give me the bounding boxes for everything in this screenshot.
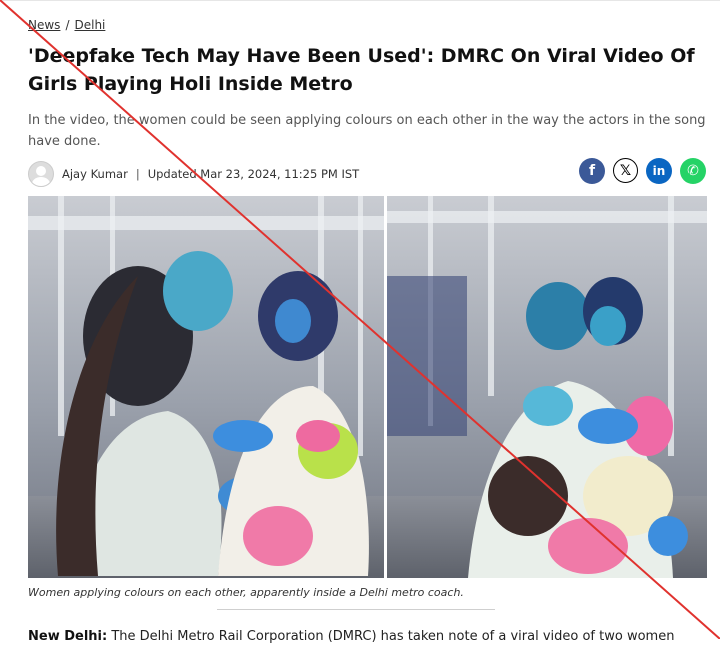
byline-divider: | bbox=[135, 167, 140, 181]
x-icon[interactable]: 𝕏 bbox=[613, 158, 638, 183]
caption-divider bbox=[217, 609, 495, 610]
article-body-first-line: New Delhi: The Delhi Metro Rail Corporat… bbox=[28, 627, 708, 647]
author-name[interactable]: Ajay Kumar bbox=[62, 167, 128, 181]
article-page: News / Delhi 'Deepfake Tech May Have Been … bbox=[0, 0, 720, 644]
article-photo bbox=[28, 196, 707, 578]
share-bar: f 𝕏 in ✆ bbox=[579, 158, 706, 184]
body-text: The Delhi Metro Rail Corporation (DMRC) … bbox=[107, 629, 675, 644]
breadcrumb-delhi[interactable]: Delhi bbox=[74, 18, 105, 32]
updated-timestamp: Updated Mar 23, 2024, 11:25 PM IST bbox=[147, 167, 360, 181]
whatsapp-icon[interactable]: ✆ bbox=[680, 158, 706, 184]
linkedin-icon[interactable]: in bbox=[646, 158, 672, 184]
breadcrumb-separator: / bbox=[65, 18, 70, 32]
dateline: New Delhi: bbox=[28, 629, 108, 644]
top-border bbox=[0, 0, 720, 5]
photo-caption: Women applying colours on each other, ap… bbox=[28, 586, 464, 599]
article-title: 'Deepfake Tech May Have Been Used': DMRC… bbox=[28, 45, 695, 95]
breadcrumb-news[interactable]: News bbox=[28, 18, 60, 32]
facebook-icon[interactable]: f bbox=[579, 158, 605, 184]
article-subtitle: In the video, the women could be seen ap… bbox=[28, 113, 706, 149]
user-avatar-icon[interactable] bbox=[28, 161, 54, 187]
breadcrumb: News / Delhi bbox=[28, 18, 105, 32]
byline: Ajay Kumar | Updated Mar 23, 2024, 11:25… bbox=[28, 161, 359, 187]
